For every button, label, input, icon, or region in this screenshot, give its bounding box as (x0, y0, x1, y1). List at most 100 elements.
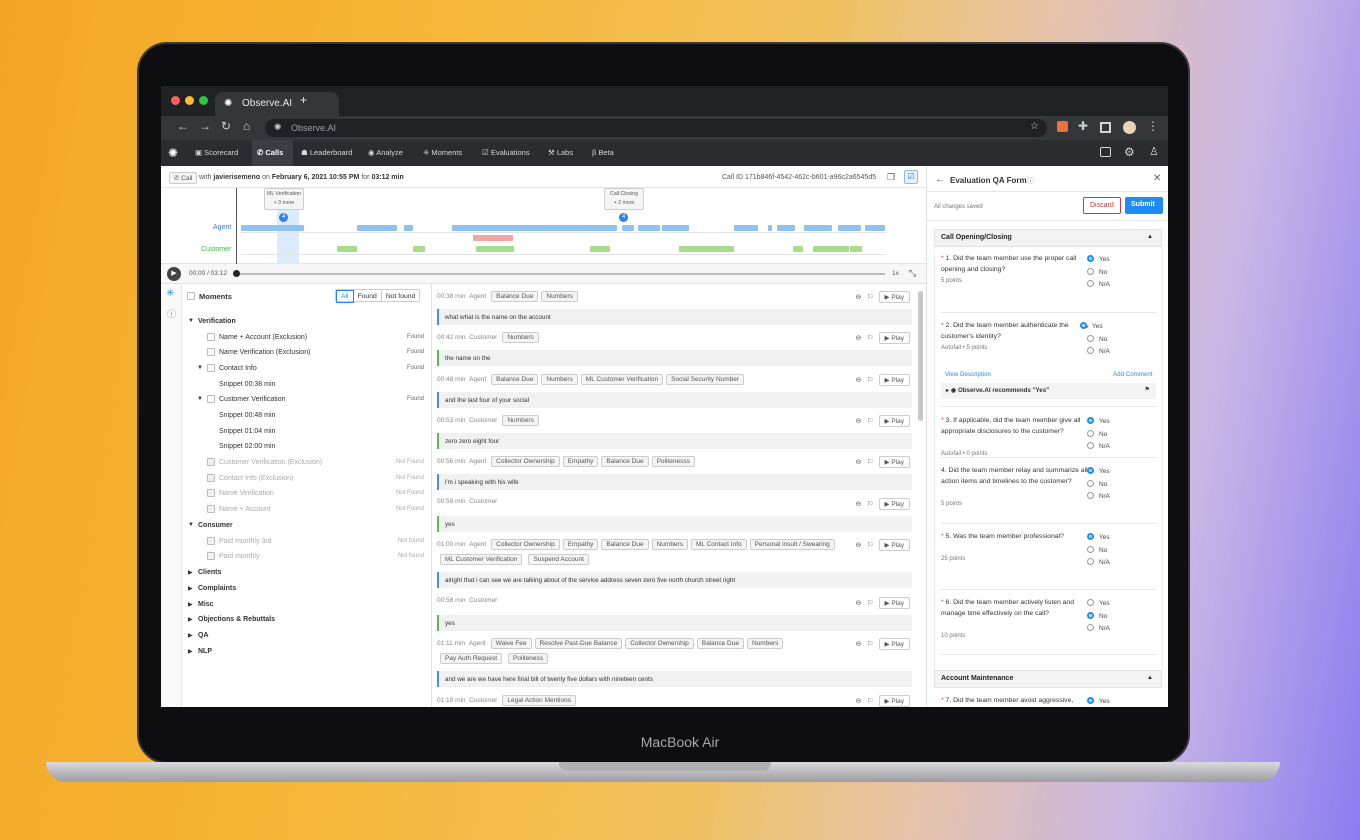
sidepanel-icon[interactable] (1100, 122, 1111, 133)
moment-checkbox[interactable] (207, 364, 215, 372)
moment-row[interactable]: Snippet 00:38 min (182, 378, 432, 393)
radio-button[interactable] (1087, 624, 1094, 631)
moment-row[interactable]: ▶ NLP (182, 645, 432, 660)
reload-icon[interactable]: ↻ (221, 119, 231, 133)
moment-tag[interactable]: ML Customer Verification (440, 554, 523, 565)
maximize-window-icon[interactable] (199, 96, 208, 105)
expand-caret-icon[interactable]: ▶ (188, 569, 193, 576)
answer-option[interactable]: Yes (1087, 467, 1110, 475)
radio-button[interactable] (1087, 347, 1094, 354)
radio-button[interactable] (1087, 697, 1094, 704)
back-arrow-icon[interactable]: ← (935, 174, 945, 185)
submit-button[interactable]: Submit (1125, 197, 1163, 214)
agent-speech-segment[interactable] (662, 225, 689, 231)
moment-row[interactable]: ▶ QA (182, 629, 432, 644)
moment-tag[interactable]: Social Security Number (666, 374, 745, 385)
moment-row[interactable]: Name + Account (Exclusion) Found (182, 331, 432, 346)
moment-row[interactable]: ▼ Verification (182, 315, 432, 330)
answer-option[interactable]: Yes (1087, 417, 1110, 425)
customer-speech-segment[interactable] (413, 246, 425, 252)
nav-analyze[interactable]: ◉ Analyze (368, 148, 403, 157)
answer-option[interactable]: No (1087, 479, 1107, 488)
answer-option[interactable]: N/A (1087, 442, 1110, 450)
answer-option[interactable]: No (1087, 267, 1107, 276)
info-icon[interactable]: ⓘ (167, 307, 176, 320)
forward-icon[interactable]: → (199, 119, 211, 133)
moment-snippet[interactable]: Snippet 02:00 min (219, 443, 275, 450)
nav-evaluations[interactable]: ☑ Evaluations (482, 148, 530, 157)
radio-button[interactable] (1087, 479, 1094, 487)
utterance-text[interactable]: and the last four of your social (437, 392, 912, 408)
moment-row[interactable]: ▶ Misc (182, 598, 432, 613)
minus-circle-icon[interactable]: ⊖ (856, 335, 862, 342)
answer-option[interactable]: N/A (1087, 347, 1110, 355)
marker-count-badge[interactable]: 4 (619, 213, 628, 222)
moment-snippet[interactable]: Snippet 00:38 min (219, 381, 275, 388)
nav-moments[interactable]: ✳ Moments (423, 148, 462, 157)
flag-icon[interactable]: ⚐ (867, 335, 873, 342)
moment-checkbox[interactable] (207, 458, 215, 466)
moment-tag[interactable]: Empathy (562, 539, 599, 550)
agent-speech-segment[interactable] (768, 225, 772, 231)
seek-track[interactable] (237, 273, 885, 275)
play-button[interactable]: ▶ Play (878, 332, 910, 344)
moments-sparkle-icon[interactable]: ✳ (166, 288, 174, 299)
radio-button[interactable] (1087, 280, 1094, 287)
moment-tag[interactable]: Numbers (541, 291, 578, 302)
agent-speech-segment[interactable] (804, 225, 832, 231)
play-button[interactable]: ▶ Play (878, 638, 910, 650)
answer-option[interactable]: No (1087, 429, 1107, 438)
flag-icon[interactable]: ⚐ (867, 542, 873, 549)
radio-button[interactable] (1087, 611, 1094, 619)
utterance-text[interactable]: yes (437, 516, 912, 532)
utterance-text[interactable]: yes (437, 615, 912, 631)
moment-row[interactable]: ▶ Objections & Rebuttals (182, 613, 432, 628)
moment-checkbox[interactable] (207, 395, 215, 403)
expand-caret-icon[interactable]: ▼ (188, 522, 194, 528)
moment-tag[interactable]: Empathy (562, 456, 599, 467)
nav-leaderboard[interactable]: ☗ Leaderboard (301, 148, 352, 157)
moment-tag[interactable]: Numbers (502, 415, 539, 426)
moment-snippet[interactable]: Snippet 00:48 min (219, 412, 275, 419)
utterance-time[interactable]: 00:42 min (437, 334, 466, 341)
answer-option[interactable]: N/A (1087, 624, 1110, 632)
minus-circle-icon[interactable]: ⊖ (856, 542, 862, 549)
utterance-time[interactable]: 00:38 min (437, 293, 466, 300)
play-icon[interactable]: ▶ (167, 267, 181, 281)
browser-menu-icon[interactable]: ⋮ (1147, 119, 1159, 133)
customer-speech-segment[interactable] (679, 246, 734, 252)
utterance-time[interactable]: 00:48 min (437, 376, 466, 383)
play-button[interactable]: ▶ Play (878, 415, 910, 427)
moment-tag[interactable]: Numbers (502, 332, 539, 343)
close-window-icon[interactable] (171, 96, 180, 105)
answer-option[interactable]: No (1087, 611, 1107, 620)
expand-caret-icon[interactable]: ▼ (197, 365, 203, 371)
evaluation-toggle-icon[interactable]: ☑ (904, 170, 918, 184)
moment-row[interactable]: Snippet 00:48 min (182, 409, 432, 424)
moment-tag[interactable]: Personal insult / Swearing (749, 539, 835, 550)
minus-circle-icon[interactable]: ⊖ (856, 418, 862, 425)
marker-ml-verification[interactable]: ML Verification + 3 more (264, 188, 304, 210)
agent-speech-segment[interactable] (404, 225, 413, 231)
flag-icon[interactable]: ⚐ (867, 377, 873, 384)
flag-icon[interactable]: ⚐ (867, 294, 873, 301)
utterance-time[interactable]: 01:00 min (437, 541, 466, 548)
collapse-chevron-icon[interactable]: ▲ (1147, 675, 1153, 681)
close-icon[interactable]: ✕ (1153, 173, 1161, 184)
agent-speech-segment[interactable] (865, 225, 885, 231)
moment-tag[interactable]: Balance Due (491, 291, 539, 302)
expand-caret-icon[interactable]: ▶ (188, 648, 193, 655)
add-comment-link[interactable]: Add Comment (1113, 371, 1153, 378)
highlight-segment[interactable] (473, 235, 513, 241)
customer-speech-segment[interactable] (813, 246, 849, 252)
play-button[interactable]: ▶ Play (878, 597, 910, 609)
nav-beta[interactable]: β Beta (592, 148, 614, 157)
answer-option[interactable]: No (1087, 334, 1107, 343)
moment-row[interactable]: ▼ Consumer (182, 519, 432, 534)
nav-labs[interactable]: ⚒ Labs (548, 148, 573, 157)
address-bar[interactable]: ✺ Observe.AI ☆ (265, 119, 1047, 137)
answer-option[interactable]: N/A (1087, 280, 1110, 288)
back-icon[interactable]: ← (177, 119, 189, 133)
seek-handle[interactable] (233, 270, 240, 277)
minus-circle-icon[interactable]: ⊖ (856, 459, 862, 466)
